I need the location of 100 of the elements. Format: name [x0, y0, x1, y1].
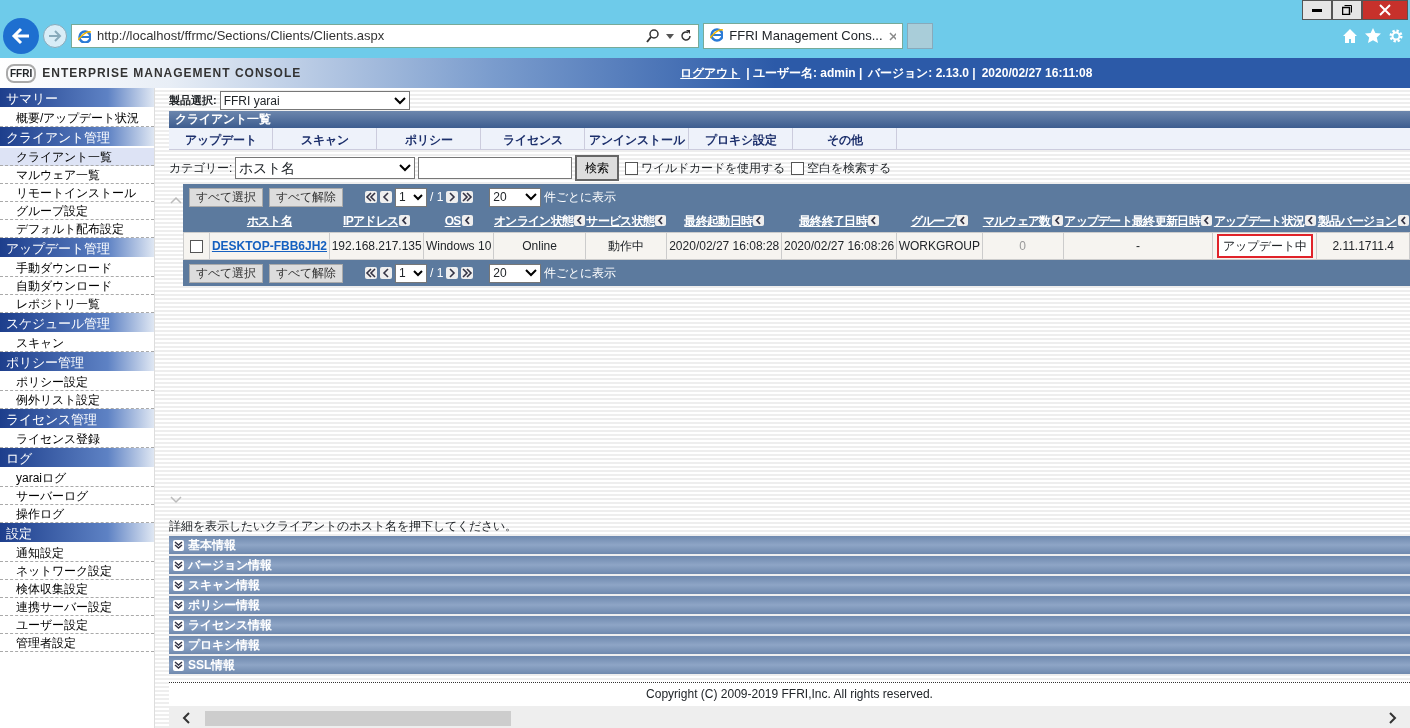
sort-icon[interactable] [1305, 215, 1317, 226]
sort-icon[interactable] [867, 215, 879, 226]
sidebar-item[interactable]: yaraiログ [0, 469, 154, 487]
function-tab[interactable]: ライセンス [481, 128, 585, 149]
sidebar-item[interactable]: ポリシー設定 [0, 373, 154, 391]
sidebar-item[interactable]: 連携サーバー設定 [0, 598, 154, 616]
page-select[interactable]: 1 [395, 187, 427, 207]
sort-icon[interactable] [399, 215, 411, 226]
sort-icon[interactable] [1397, 215, 1409, 226]
prev-icon[interactable] [380, 267, 392, 279]
sort-icon[interactable] [1051, 215, 1063, 226]
column-header[interactable]: 製品バージョン [1317, 214, 1397, 228]
sidebar-item[interactable]: マルウェア一覧 [0, 166, 154, 184]
function-tab[interactable]: スキャン [273, 128, 377, 149]
sidebar-item[interactable]: グループ設定 [0, 202, 154, 220]
search-field[interactable] [418, 157, 573, 179]
column-header[interactable]: アップデート状況 [1213, 214, 1305, 228]
function-tab[interactable]: アップデート [169, 128, 273, 149]
expand-icon[interactable] [173, 599, 184, 611]
sidebar-item[interactable]: 検体収集設定 [0, 580, 154, 598]
product-select[interactable]: FFRI yarai [219, 91, 410, 110]
sort-icon[interactable] [1200, 215, 1212, 226]
search-button[interactable]: 検索 [575, 155, 620, 181]
sort-icon[interactable] [956, 215, 968, 226]
per-page-select[interactable]: 20 [489, 263, 542, 283]
sidebar-item[interactable]: 管理者設定 [0, 634, 154, 652]
expand-icon[interactable] [173, 579, 184, 591]
refresh-icon[interactable] [680, 30, 692, 42]
function-tab[interactable]: その他 [793, 128, 897, 149]
deselect-all-button[interactable]: すべて解除 [269, 263, 343, 283]
sidebar-section-header[interactable]: クライアント管理 [0, 127, 154, 148]
close-icon[interactable] [888, 31, 896, 41]
sort-icon[interactable] [574, 215, 586, 226]
sidebar-section-header[interactable]: スケジュール管理 [0, 313, 154, 334]
column-header[interactable]: ホスト名 [246, 214, 293, 228]
address-bar[interactable]: http://localhost/ffrmc/Sections/Clients/Clients.aspx [71, 24, 699, 48]
column-header[interactable]: グループ [910, 214, 956, 228]
last-icon[interactable] [461, 267, 474, 279]
sidebar-section-header[interactable]: サマリー [0, 88, 154, 109]
function-tab[interactable]: ポリシー [377, 128, 481, 149]
sidebar-item[interactable]: 自動ダウンロード [0, 277, 154, 295]
next-icon[interactable] [446, 191, 459, 203]
sidebar-item[interactable]: 通知設定 [0, 544, 154, 562]
sort-icon[interactable] [461, 215, 473, 226]
star-icon[interactable] [1365, 28, 1381, 44]
expand-icon[interactable] [173, 659, 184, 671]
dropdown-icon[interactable] [666, 33, 674, 39]
checkbox-option[interactable]: 空白を検索する [791, 159, 892, 177]
column-header[interactable]: オンライン状態 [494, 214, 574, 228]
column-header[interactable]: サービス状態 [586, 214, 655, 228]
scroll-left-icon[interactable] [181, 712, 193, 724]
expand-icon[interactable] [173, 639, 184, 651]
chevron-icon [393, 96, 406, 105]
checkbox-option[interactable]: ワイルドカードを使用する [625, 159, 786, 177]
column-header[interactable]: IPアドレス [343, 214, 399, 228]
last-icon[interactable] [461, 191, 474, 203]
sidebar-item[interactable]: 手動ダウンロード [0, 259, 154, 277]
deselect-all-button[interactable]: すべて解除 [269, 187, 343, 207]
sidebar-section-header[interactable]: ログ [0, 448, 154, 469]
first-icon[interactable] [365, 191, 377, 203]
browser-tab[interactable]: FFRI Management Cons... [703, 23, 903, 49]
column-header[interactable]: 最終終了日時 [799, 214, 867, 228]
search-icon[interactable] [646, 29, 660, 43]
scrollbar-thumb[interactable] [205, 710, 511, 726]
close-button[interactable] [1362, 0, 1408, 20]
scroll-right-icon[interactable] [1386, 712, 1398, 724]
expand-icon[interactable] [173, 559, 184, 571]
expand-icon[interactable] [173, 539, 184, 551]
page-select[interactable]: 1 [395, 263, 427, 283]
row-checkbox[interactable] [190, 240, 203, 254]
next-icon[interactable] [446, 267, 459, 279]
back-button[interactable] [3, 18, 39, 54]
sidebar-item[interactable]: ユーザー設定 [0, 616, 154, 634]
function-tab[interactable]: プロキシ設定 [689, 128, 793, 149]
column-header[interactable]: アップデート最終更新日時 [1064, 214, 1200, 228]
prev-icon[interactable] [380, 191, 392, 203]
column-header[interactable]: OS [444, 214, 461, 228]
sidebar-item[interactable]: ネットワーク設定 [0, 562, 154, 580]
column-header[interactable]: マルウェア数 [982, 214, 1051, 228]
restore-button[interactable] [1332, 0, 1362, 20]
sort-icon[interactable] [753, 215, 765, 226]
select-all-button[interactable]: すべて選択 [189, 187, 263, 207]
sidebar-section-header[interactable]: アップデート管理 [0, 238, 154, 259]
category-select[interactable]: ホスト名 [235, 157, 416, 179]
version-text: バージョン: 2.13.0 | [868, 65, 976, 82]
column-header[interactable]: 最終起動日時 [684, 214, 753, 228]
expand-icon[interactable] [173, 619, 184, 631]
sidebar-item[interactable]: クライアント一覧 [0, 148, 154, 166]
sidebar-section-header[interactable]: ポリシー管理 [0, 352, 154, 373]
select-all-button[interactable]: すべて選択 [189, 263, 263, 283]
function-tab[interactable]: アンインストール [585, 128, 689, 149]
sidebar-item[interactable]: リモートインストール [0, 184, 154, 202]
sort-icon[interactable] [655, 215, 667, 226]
per-page-select[interactable]: 20 [489, 187, 542, 207]
minimize-button[interactable] [1302, 0, 1332, 20]
first-icon[interactable] [365, 267, 377, 279]
logout-link[interactable]: ログアウト [680, 64, 741, 82]
sidebar-item[interactable]: サーバーログ [0, 487, 154, 505]
sidebar-section-header[interactable]: 設定 [0, 523, 154, 544]
sidebar-section-header[interactable]: ライセンス管理 [0, 409, 154, 430]
